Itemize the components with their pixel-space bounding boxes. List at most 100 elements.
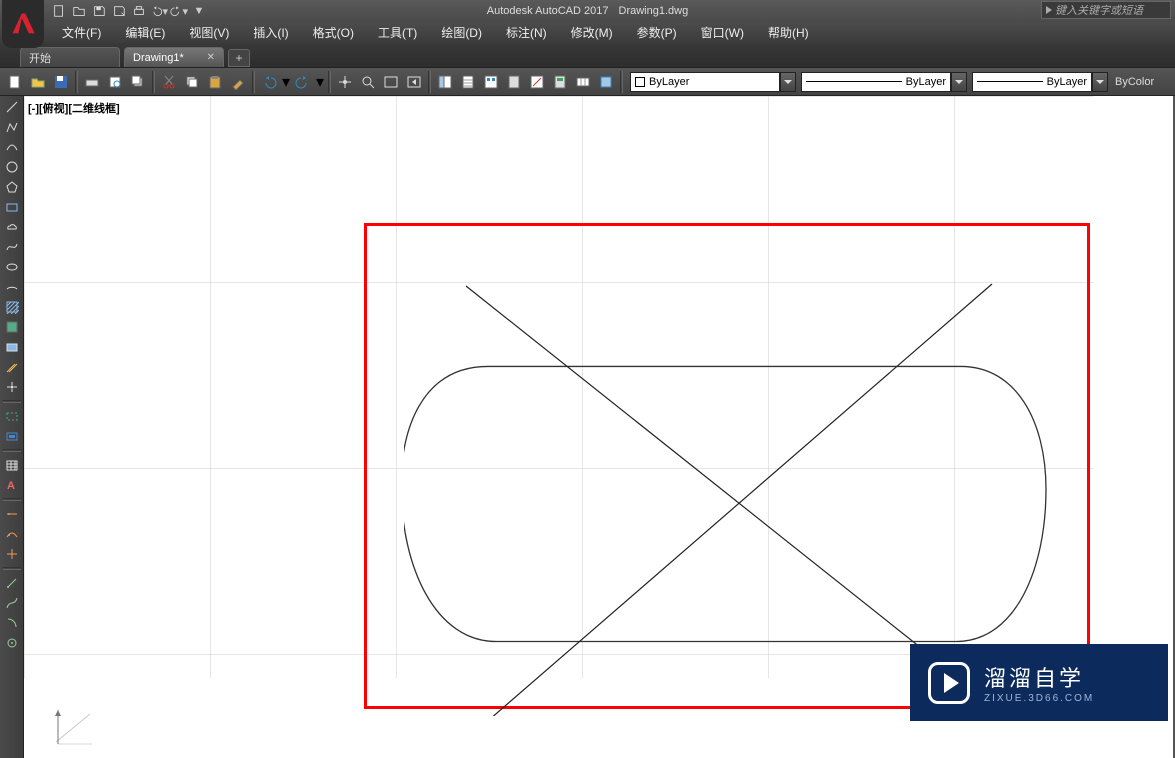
tool-pline-icon[interactable] [2,118,22,136]
tool-polygon-icon[interactable] [2,178,22,196]
qat-new-icon[interactable] [50,2,68,20]
tb-pan-icon[interactable] [334,71,356,93]
ucs-icon [50,702,100,752]
tb-cut-icon[interactable] [158,71,180,93]
layer-color-dropdown[interactable]: ByLayer [630,72,780,92]
tb-props-icon[interactable] [434,71,456,93]
tb-sheet-icon[interactable] [457,71,479,93]
tb-zoomwin-icon[interactable] [380,71,402,93]
tool-b1-icon[interactable] [2,505,22,523]
menu-file[interactable]: 文件(F) [50,22,113,44]
app-title: Autodesk AutoCAD 2017 [487,5,609,17]
tool-rect-icon[interactable] [2,198,22,216]
tool-table-icon[interactable] [2,456,22,474]
tb-dcenter-icon[interactable] [480,71,502,93]
tb-tpal-icon[interactable] [503,71,525,93]
tool-point-icon[interactable] [2,378,22,396]
lineweight-dropdown[interactable]: ByLayer [972,72,1092,92]
menu-bar: 文件(F) 编辑(E) 视图(V) 插入(I) 格式(O) 工具(T) 绘图(D… [0,22,1175,44]
color-swatch [635,77,645,87]
tool-m3-icon[interactable] [2,614,22,632]
tool-m4-icon[interactable] [2,634,22,652]
menu-tools[interactable]: 工具(T) [366,22,429,44]
menu-draw[interactable]: 绘图(D) [429,22,494,44]
close-icon[interactable]: ✕ [207,52,215,63]
viewport-label[interactable]: [-][俯视][二维线框] [28,100,120,116]
watermark-cn: 溜溜自学 [984,661,1084,693]
tb-xref-icon[interactable] [572,71,594,93]
linetype-dropdown[interactable]: ByLayer [801,72,951,92]
tool-text-icon[interactable]: A [2,476,22,494]
tool-m2-icon[interactable] [2,594,22,612]
menu-help[interactable]: 帮助(H) [756,22,821,44]
tab-start[interactable]: 开始 [20,47,120,67]
tool-dim1-icon[interactable] [2,407,22,425]
tb-paste-icon[interactable] [204,71,226,93]
tool-cloud-icon[interactable] [2,218,22,236]
tool-region-icon[interactable] [2,338,22,356]
dropdown-icon[interactable] [951,72,967,92]
line-preview [806,81,902,82]
tool-spline-icon[interactable] [2,238,22,256]
tool-gradient-icon[interactable] [2,318,22,336]
tool-hatch-icon[interactable] [2,298,22,316]
search-input[interactable]: 键入关键字或短语 [1041,1,1171,19]
tb-plot-icon[interactable] [81,71,103,93]
tb-redo-drop[interactable]: ▾ [315,71,325,93]
dropdown-icon[interactable] [1092,72,1108,92]
drawing-canvas[interactable]: [-][俯视][二维线框] 溜溜自学 ZIXUE.3D66.COM [24,96,1175,758]
tool-circle-icon[interactable] [2,158,22,176]
dropdown-icon[interactable] [780,72,796,92]
tb-match-icon[interactable] [227,71,249,93]
qat-redo-icon[interactable]: ▾ [170,2,188,20]
app-logo[interactable] [2,0,44,48]
tb-save-icon[interactable] [50,71,72,93]
tb-publish-icon[interactable] [127,71,149,93]
tb-copy-icon[interactable] [181,71,203,93]
tb-undo-icon[interactable] [258,71,280,93]
tool-line-icon[interactable] [2,98,22,116]
qat-undo-icon[interactable]: ▾ [150,2,168,20]
qat-plot-icon[interactable] [130,2,148,20]
tab-drawing1[interactable]: Drawing1* ✕ [124,47,224,67]
menu-format[interactable]: 格式(O) [301,22,366,44]
tb-preview-icon[interactable] [104,71,126,93]
tb-redo-icon[interactable] [292,71,314,93]
tb-zoomprev-icon[interactable] [403,71,425,93]
tb-open-icon[interactable] [27,71,49,93]
svg-text:A: A [7,480,15,492]
tool-dim2-icon[interactable] [2,427,22,445]
tool-arc-icon[interactable] [2,138,22,156]
tb-new-icon[interactable] [4,71,26,93]
watermark: 溜溜自学 ZIXUE.3D66.COM [910,644,1168,721]
qat-save-icon[interactable] [90,2,108,20]
menu-edit[interactable]: 编辑(E) [113,22,177,44]
tool-m1-icon[interactable] [2,574,22,592]
qat-saveas-icon[interactable] [110,2,128,20]
menu-view[interactable]: 视图(V) [177,22,241,44]
tool-ray-icon[interactable] [2,358,22,376]
play-icon [928,662,970,704]
tb-markup-icon[interactable] [526,71,548,93]
plotstyle-label[interactable]: ByColor [1109,76,1160,88]
tool-b3-icon[interactable] [2,545,22,563]
tb-zoom-icon[interactable] [357,71,379,93]
menu-modify[interactable]: 修改(M) [559,22,625,44]
tab-add-button[interactable]: + [228,49,250,67]
qat-dropdown-icon[interactable]: ▼ [190,2,208,20]
menu-param[interactable]: 参数(P) [625,22,689,44]
tool-earc-icon[interactable] [2,278,22,296]
tb-block-icon[interactable] [595,71,617,93]
qat-open-icon[interactable] [70,2,88,20]
tb-undo-drop[interactable]: ▾ [281,71,291,93]
menu-dim[interactable]: 标注(N) [494,22,559,44]
tool-ellipse-icon[interactable] [2,258,22,276]
menu-insert[interactable]: 插入(I) [241,22,300,44]
tool-b2-icon[interactable] [2,525,22,543]
file-title: Drawing1.dwg [619,5,689,17]
document-tabs: 开始 Drawing1* ✕ + [0,44,1175,68]
tb-calc-icon[interactable] [549,71,571,93]
line-preview [977,81,1043,82]
draw-toolbox: A [0,96,24,758]
menu-window[interactable]: 窗口(W) [689,22,756,44]
